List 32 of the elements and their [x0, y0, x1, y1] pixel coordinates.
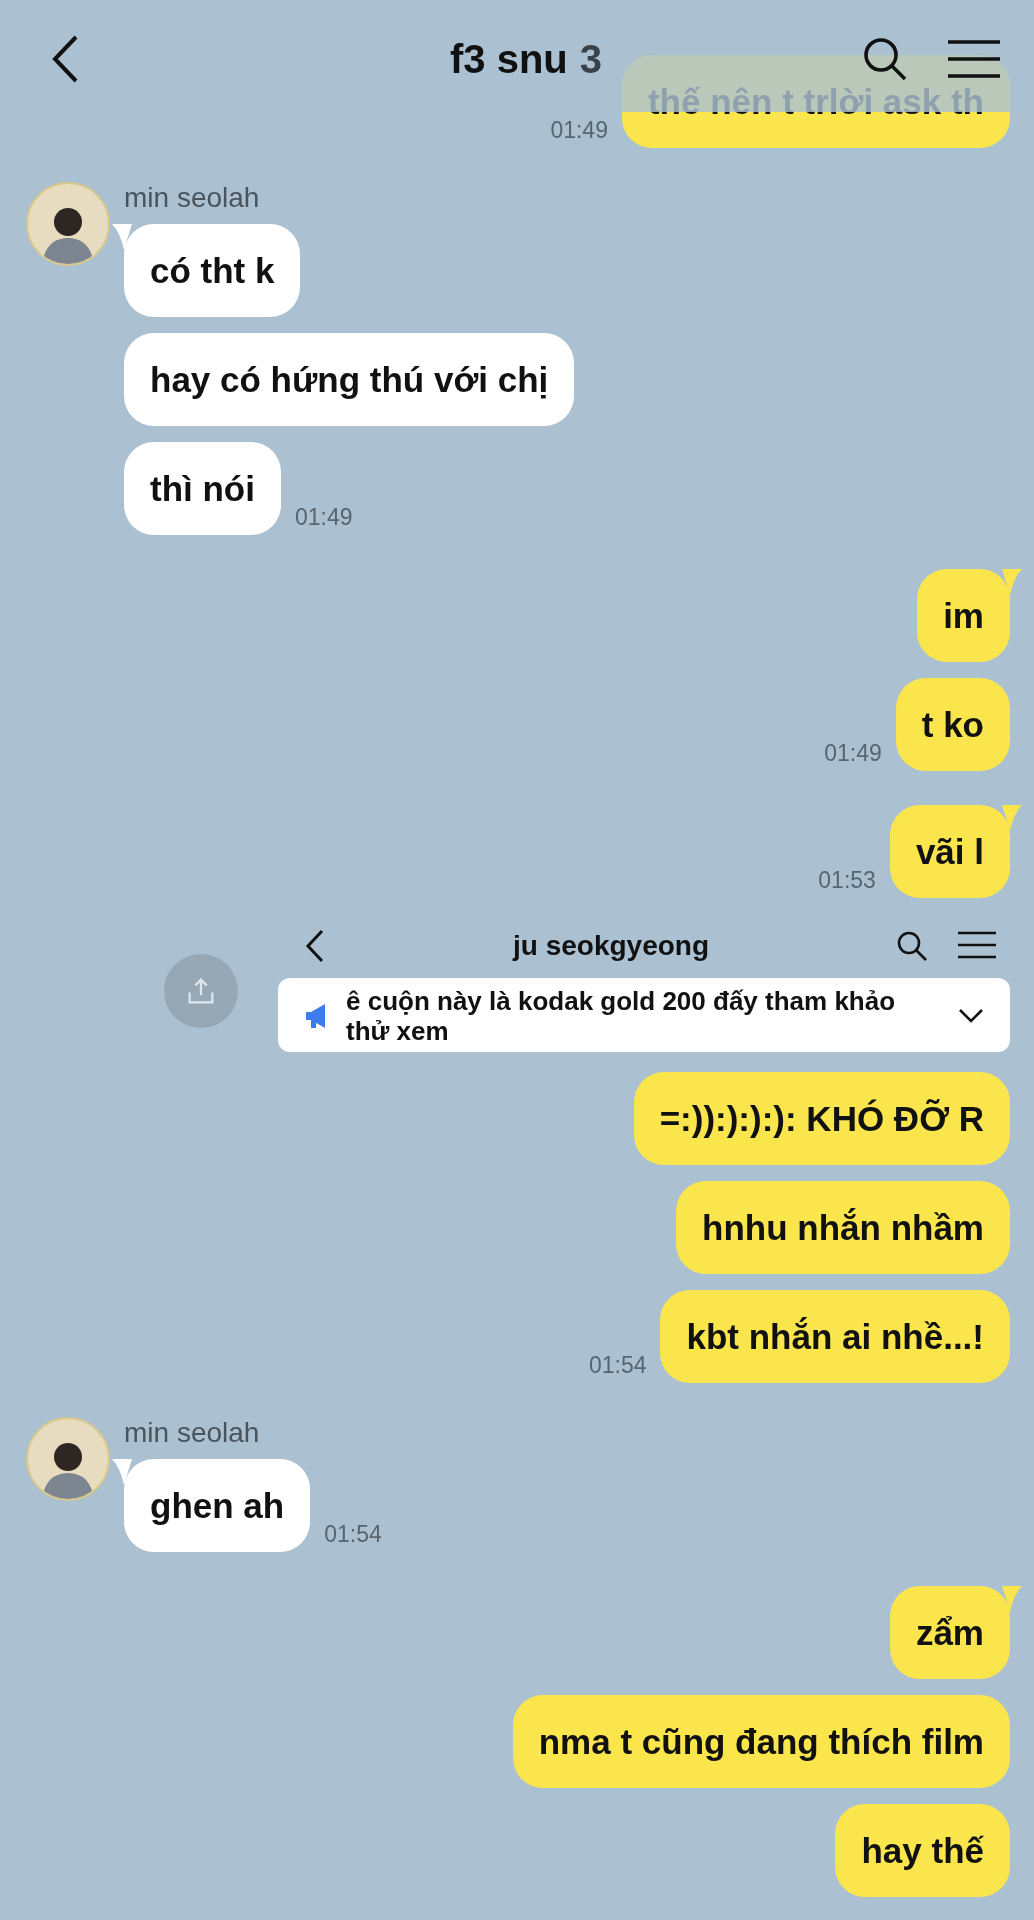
message-time: 01:49 — [550, 117, 608, 144]
message-time: 01:54 — [324, 1521, 382, 1548]
search-icon — [896, 930, 928, 962]
message-time: 01:49 — [294, 504, 353, 531]
message-bubble: thì nói — [124, 442, 281, 535]
message-bubble: nma t cũng đang thích film — [512, 1695, 1010, 1788]
message-time: 01:54 — [588, 1352, 647, 1379]
bubble-tail — [112, 224, 132, 250]
back-icon — [304, 928, 326, 964]
bubble-tail — [1002, 805, 1022, 831]
message-time: 01:53 — [818, 867, 876, 894]
sender-name: min seolah — [124, 182, 260, 214]
back-button[interactable] — [50, 34, 80, 84]
message-bubble: kbt nhắn ai nhề...! — [660, 1290, 1010, 1383]
menu-icon — [958, 930, 996, 960]
chat-title: f3 snu — [449, 36, 568, 82]
message-bubble: hay thế — [835, 1804, 1010, 1897]
message-bubble: t ko — [895, 678, 1010, 771]
message-time: 01:49 — [824, 740, 882, 767]
chevron-down-icon — [958, 1008, 984, 1024]
bubble-tail — [112, 1459, 132, 1485]
message-bubble: =:)):):):): KHÓ ĐỠ R — [633, 1072, 1010, 1165]
message-bubble: hay có hứng thú với chị — [124, 333, 575, 426]
member-count: 3 — [579, 36, 602, 82]
notice-text: ê cuộn này là kodak gold 200 đấy tham khảo thử xem — [346, 986, 897, 1046]
screenshot-chat-title: ju seokgyeong — [512, 930, 709, 962]
bubble-tail — [1002, 1586, 1022, 1612]
sender-name: min seolah — [124, 1417, 260, 1449]
menu-button[interactable] — [948, 39, 1000, 79]
bubble-tail — [1002, 569, 1022, 595]
message-bubble: hnhu nhắn nhầm — [676, 1181, 1010, 1274]
search-button[interactable] — [862, 36, 908, 82]
